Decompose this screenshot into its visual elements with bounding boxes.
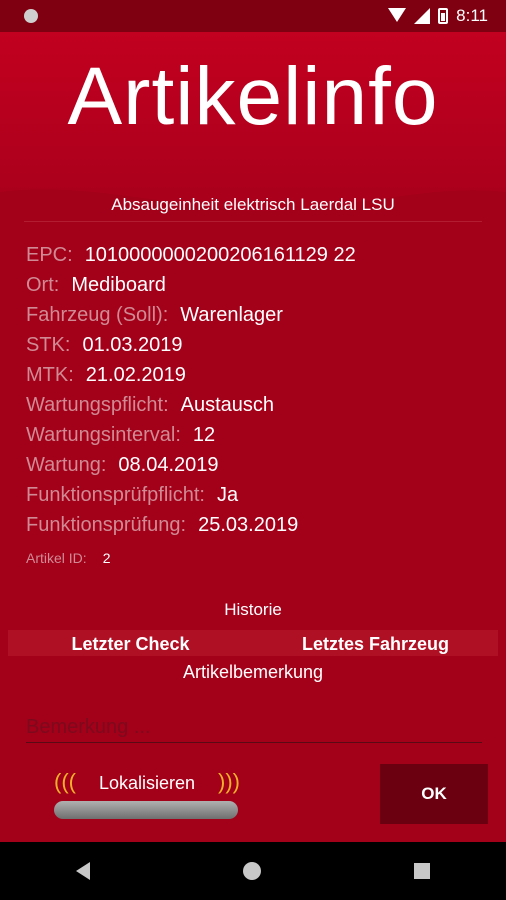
detail-row-wartungsinterval: Wartungsinterval: 12	[26, 420, 486, 450]
detail-row-ort: Ort: Mediboard	[26, 270, 486, 300]
artikel-id: Artikel ID: 2	[26, 550, 110, 566]
detail-value: Ja	[216, 484, 239, 506]
status-time: 8:11	[456, 6, 488, 25]
historie-table-header[interactable]: Letzter Check Letztes Fahrzeug	[8, 630, 498, 656]
notification-dot-icon	[24, 9, 38, 23]
detail-label: Wartung:	[26, 454, 107, 476]
detail-row-mtk: MTK: 21.02.2019	[26, 360, 486, 390]
divider	[24, 221, 482, 222]
detail-value: Austausch	[180, 394, 275, 416]
detail-label: MTK:	[26, 364, 74, 386]
ok-button[interactable]: OK	[380, 764, 488, 824]
artikel-id-value: 2	[102, 550, 111, 566]
bemerkung-input[interactable]	[26, 712, 482, 743]
recent-apps-icon[interactable]	[413, 863, 430, 879]
detail-label: Ort:	[26, 274, 60, 296]
detail-value: 08.04.2019	[118, 454, 219, 476]
detail-label: Wartungsinterval:	[26, 424, 181, 446]
detail-label: Funktionsprüfung:	[26, 514, 187, 536]
detail-label: Fahrzeug (Soll):	[26, 304, 169, 326]
detail-value: 25.03.2019	[198, 514, 299, 536]
wifi-icon	[388, 8, 407, 24]
detail-value: 1010000000200206161129 22	[84, 244, 356, 266]
detail-row-funktionspruefpflicht: Funktionsprüfpflicht: Ja	[26, 480, 486, 510]
article-name: Absaugeinheit elektrisch Laerdal LSU	[111, 195, 395, 214]
lokalisieren-bar	[54, 801, 238, 819]
artikel-id-label: Artikel ID:	[26, 550, 87, 566]
detail-label: STK:	[26, 334, 71, 356]
status-bar: 8:11	[0, 0, 506, 32]
detail-value: 01.03.2019	[82, 334, 183, 356]
navigation-bar	[0, 842, 506, 900]
app-screen: Artikelinfo Absaugeinheit elektrisch Lae…	[0, 32, 506, 842]
detail-value: Warenlager	[180, 304, 283, 326]
bemerkung-title: Artikelbemerkung	[0, 656, 506, 688]
page-title: Artikelinfo	[67, 51, 439, 142]
status-icons: 8:11	[388, 6, 488, 26]
detail-value: 12	[192, 424, 216, 446]
lokalisieren-label: Lokalisieren	[98, 773, 196, 793]
signal-icon	[414, 8, 431, 24]
back-icon[interactable]	[76, 862, 91, 880]
article-details: EPC: 1010000000200206161129 22 Ort: Medibo…	[26, 240, 486, 540]
historie-column-letztes-fahrzeug: Letztes Fahrzeug	[301, 634, 450, 654]
historie-column-letzter-check: Letzter Check	[71, 634, 190, 654]
detail-row-epc: EPC: 1010000000200206161129 22	[26, 240, 486, 270]
detail-row-fahrzeug: Fahrzeug (Soll): Warenlager	[26, 300, 486, 330]
detail-row-wartung: Wartung: 08.04.2019	[26, 450, 486, 480]
detail-row-funktionspruefung: Funktionsprüfung: 25.03.2019	[26, 510, 486, 540]
detail-value: 21.02.2019	[85, 364, 186, 386]
detail-row-stk: STK: 01.03.2019	[26, 330, 486, 360]
historie-title: Historie	[224, 600, 282, 619]
detail-row-wartungspflicht: Wartungspflicht: Austausch	[26, 390, 486, 420]
detail-label: EPC:	[26, 244, 73, 266]
home-icon[interactable]	[242, 862, 261, 880]
lokalisieren-button[interactable]: ((( Lokalisieren )))	[54, 767, 240, 827]
detail-value: Mediboard	[71, 274, 166, 296]
detail-label: Funktionsprüfpflicht:	[26, 484, 205, 506]
signal-waves-right-icon: )))	[218, 769, 240, 794]
detail-label: Wartungspflicht:	[26, 394, 169, 416]
battery-icon	[438, 8, 449, 24]
